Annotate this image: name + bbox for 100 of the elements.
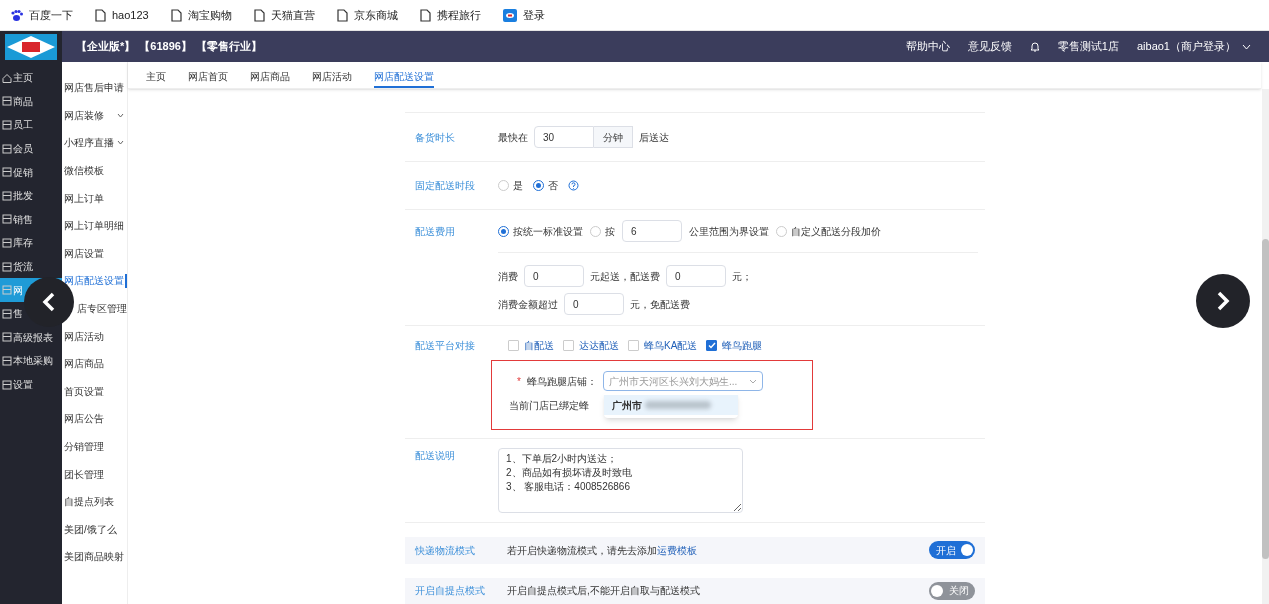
bookmark-link[interactable]: hao123 bbox=[95, 6, 149, 24]
nav-item[interactable]: 库存 bbox=[2, 235, 33, 251]
submenu-item[interactable]: 网店设置 bbox=[64, 245, 104, 261]
field-text: 最快在 bbox=[498, 130, 528, 145]
bookmark-link[interactable]: 京东商城 bbox=[336, 6, 398, 24]
nav-item[interactable]: 批发 bbox=[2, 188, 33, 204]
radio-label: 按 bbox=[605, 224, 615, 239]
store-name[interactable]: 零售测试1店 bbox=[1057, 38, 1119, 55]
radio-label: 否 bbox=[548, 179, 558, 194]
nav-item[interactable]: 促销 bbox=[2, 164, 33, 180]
logo-icon bbox=[5, 33, 57, 60]
header-tag: 【企业版*】 bbox=[76, 38, 136, 55]
tab[interactable]: 网店商品 bbox=[250, 62, 290, 88]
toggle-switch[interactable]: 开启 bbox=[929, 541, 975, 560]
input-field[interactable]: 30 bbox=[534, 126, 594, 149]
textarea-field[interactable]: 1、下单后2小时内送达； 2、商品如有损坏请及时致电 3、 客服电话：4008526866 bbox=[498, 448, 743, 514]
check-icon bbox=[707, 342, 716, 350]
app-icon bbox=[502, 8, 517, 22]
scrollbar-thumb[interactable] bbox=[1262, 239, 1269, 559]
bookmark-link[interactable]: 携程旅行 bbox=[419, 6, 481, 24]
menu-item-icon bbox=[2, 190, 12, 201]
radio-label: 是 bbox=[513, 179, 523, 194]
nav-item[interactable]: 设置 bbox=[2, 377, 33, 392]
menu-item-icon bbox=[2, 308, 12, 319]
menu-item-icon bbox=[2, 261, 12, 272]
submenu-item[interactable]: 网店配送设置 bbox=[64, 273, 124, 289]
page-icon bbox=[336, 8, 348, 22]
checkbox-label: 蜂鸟KA配送 bbox=[644, 339, 698, 354]
tab[interactable]: 网店配送设置 bbox=[374, 62, 434, 88]
bell-icon bbox=[1029, 41, 1040, 52]
dropdown-option[interactable]: 广州市 bbox=[604, 395, 738, 416]
field-text: 元； bbox=[732, 269, 752, 284]
submenu-item[interactable]: 美团商品映射 bbox=[64, 549, 124, 565]
input-addon: 分钟 bbox=[594, 126, 633, 149]
submenu-item[interactable]: 网上订单明细 bbox=[64, 218, 124, 234]
input-field[interactable]: 6 bbox=[622, 220, 682, 243]
tab[interactable]: 主页 bbox=[146, 62, 166, 88]
submenu-item[interactable]: 团长管理 bbox=[64, 466, 104, 482]
bookmark-link[interactable]: 淘宝购物 bbox=[170, 6, 232, 24]
description-text: 开启自提点模式后,不能开启自取与配送模式 bbox=[507, 584, 700, 599]
input-field[interactable]: 0 bbox=[666, 265, 726, 288]
input-field[interactable]: 0 bbox=[524, 265, 584, 288]
page-icon bbox=[419, 8, 431, 22]
menu-item-icon bbox=[2, 143, 12, 154]
field-text: 公里范围为界设置 bbox=[689, 224, 769, 239]
submenu-item[interactable]: 首页设置 bbox=[64, 383, 104, 399]
header-link[interactable]: 帮助中心 bbox=[905, 38, 950, 55]
bookmark-link[interactable]: 百度一下 bbox=[10, 6, 73, 24]
radio-label: 按统一标准设置 bbox=[513, 224, 583, 239]
header-tag: 【61896】 bbox=[139, 38, 192, 55]
tab[interactable]: 网店活动 bbox=[312, 62, 352, 88]
field-label: 蜂鸟跑腿店铺： bbox=[526, 374, 597, 389]
chevron-down-icon bbox=[748, 378, 757, 384]
submenu-item[interactable]: 网店售后申请 bbox=[64, 80, 124, 96]
user-menu[interactable]: aibao1（商户登录） bbox=[1136, 38, 1251, 55]
radio-label: 自定义配送分段加价 bbox=[791, 224, 881, 239]
submenu-item[interactable]: 网店商品 bbox=[64, 356, 104, 372]
submenu-item[interactable]: 网店公告 bbox=[64, 411, 104, 427]
checkbox[interactable] bbox=[706, 340, 718, 352]
menu-item-icon bbox=[2, 120, 12, 130]
bookmark-link[interactable]: 天猫直营 bbox=[253, 6, 315, 24]
nav-item[interactable]: 商品 bbox=[2, 93, 33, 109]
field-label: 配送说明 bbox=[414, 449, 456, 464]
menu-item-icon bbox=[2, 332, 12, 343]
header-tag: 【零售行业】 bbox=[195, 38, 262, 55]
submenu-item[interactable]: 自提点列表 bbox=[64, 494, 114, 510]
checkbox-label: 蜂鸟跑腿 bbox=[722, 339, 763, 354]
field-text: 后送达 bbox=[639, 130, 669, 145]
nav-item[interactable]: 售 bbox=[2, 306, 23, 322]
field-label: 配送平台对接 bbox=[414, 339, 476, 354]
bookmark-link[interactable]: 登录 bbox=[502, 6, 545, 24]
submenu-item[interactable]: 网店装修 bbox=[64, 107, 104, 123]
submenu-item[interactable]: 分销管理 bbox=[64, 439, 104, 454]
nav-item[interactable]: 员工 bbox=[2, 117, 33, 133]
checkbox-label: 自配送 bbox=[524, 339, 554, 354]
description-text: 若开启快递物流模式，请先去添加运费模板 bbox=[507, 543, 697, 558]
nav-item[interactable]: 货流 bbox=[2, 259, 33, 275]
menu-item-icon bbox=[2, 355, 12, 366]
input-field[interactable]: 0 bbox=[564, 293, 624, 316]
checkbox-label: 达达配送 bbox=[579, 339, 619, 354]
tab[interactable]: 网店首页 bbox=[188, 62, 228, 88]
page-icon bbox=[170, 8, 182, 22]
chevron-down-icon bbox=[1242, 43, 1251, 50]
nav-item[interactable]: 会员 bbox=[2, 141, 33, 157]
nav-item[interactable]: 主页 bbox=[2, 70, 33, 86]
template-link[interactable]: 运费模板 bbox=[657, 544, 697, 556]
menu-item-icon bbox=[2, 214, 12, 225]
submenu-item[interactable]: 网上订单 bbox=[64, 190, 104, 206]
nav-item[interactable]: 高级报表 bbox=[2, 329, 53, 345]
nav-item[interactable]: 本地采购 bbox=[2, 353, 53, 369]
submenu-item[interactable]: 美团/饿了么 bbox=[64, 521, 117, 537]
header-link[interactable]: 意见反馈 bbox=[967, 38, 1012, 55]
submenu-item[interactable]: 小程序直播 bbox=[64, 135, 114, 151]
submenu-item[interactable]: 店专区管理 bbox=[77, 301, 127, 317]
nav-item[interactable]: 销售 bbox=[2, 211, 33, 227]
submenu-item[interactable]: 微信模板 bbox=[64, 163, 104, 179]
paw-icon bbox=[10, 8, 23, 22]
field-text: 消费 bbox=[498, 269, 518, 284]
submenu-item[interactable]: 网店活动 bbox=[64, 328, 104, 344]
field-text: 元，免配送费 bbox=[630, 297, 690, 312]
